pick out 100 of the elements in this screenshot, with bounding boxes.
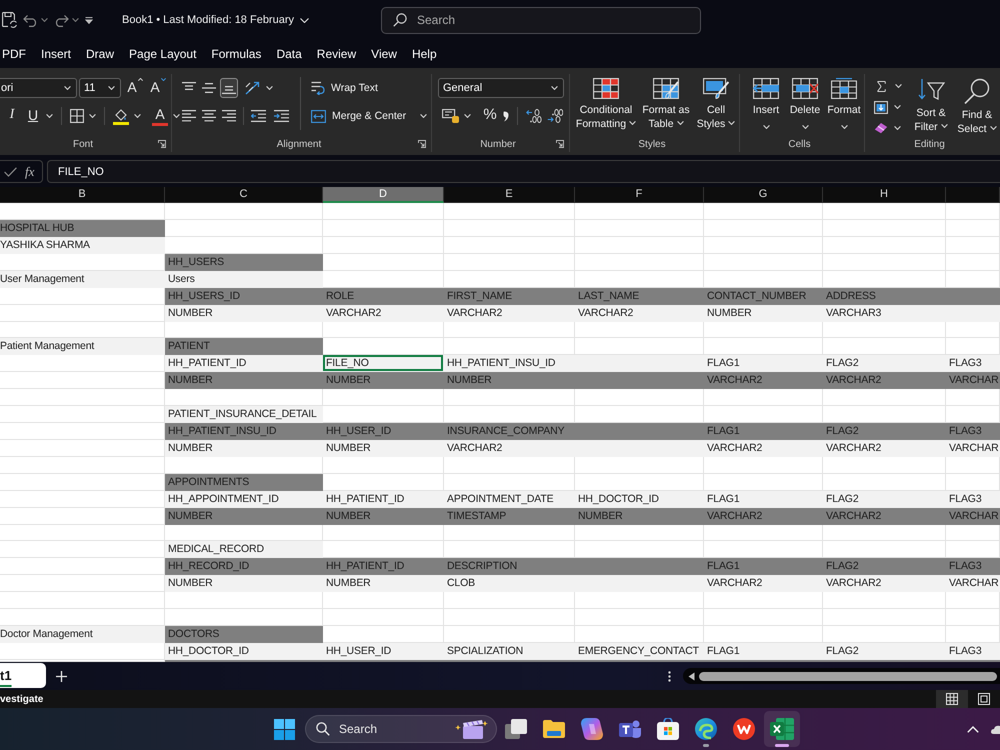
sheet-cell[interactable]: FLAG2 <box>823 558 946 576</box>
sheet-cell[interactable]: NUMBER <box>575 508 704 525</box>
sheet-cell[interactable]: NUMBER <box>444 372 575 390</box>
sheet-cell[interactable]: DESCRIPTION <box>444 558 575 576</box>
decrease-decimal-icon[interactable] <box>547 109 563 123</box>
sheet-cell[interactable] <box>946 288 1000 305</box>
sheet-cell[interactable]: HH_DOCTOR_ID <box>165 642 323 660</box>
sort-button[interactable]: Sort & Filter <box>909 77 953 136</box>
horizontal-scrollbar[interactable] <box>683 668 1000 684</box>
redo-icon[interactable] <box>54 14 69 26</box>
borders-icon[interactable] <box>70 109 84 123</box>
chevron-up-icon[interactable] <box>967 726 979 732</box>
sheet-cell[interactable]: NUMBER <box>323 372 444 390</box>
sheet-cell[interactable]: YASHIKA SHARMA <box>0 236 165 254</box>
sheet-cell[interactable]: HH_PATIENT_ID <box>323 558 444 576</box>
cloud-icon[interactable] <box>991 724 1000 734</box>
sheet-cell[interactable]: INSURANCE_COMPANY <box>444 423 575 440</box>
sheet-cell[interactable]: VARCHAR2 <box>444 440 575 458</box>
undo-icon[interactable] <box>23 14 38 26</box>
sheet-cell[interactable]: FLAG1 <box>704 642 823 660</box>
font-size-field[interactable]: 11 <box>79 78 121 98</box>
menu-tab[interactable]: Review <box>316 40 356 68</box>
sheet-cell[interactable]: HH_USER_ID <box>323 642 444 660</box>
sheet-cell[interactable]: VARCHAR2 <box>575 304 704 322</box>
sheet-cell[interactable] <box>704 660 823 662</box>
column-header[interactable]: G <box>704 187 823 203</box>
sheet-cell[interactable] <box>323 660 444 662</box>
grow-font-button[interactable]: A <box>127 78 143 98</box>
sheet-cell[interactable]: VARCHAR2 <box>323 304 444 322</box>
sheet-cell[interactable]: PATIENT <box>165 338 323 356</box>
sheet-cell[interactable]: NUMBER <box>323 575 444 592</box>
dialog-launcher-icon[interactable] <box>556 140 564 148</box>
sheet-cell[interactable] <box>946 660 1000 662</box>
font-color-button[interactable]: A <box>152 106 168 126</box>
decrease-indent-icon[interactable] <box>250 110 266 122</box>
sheet-cell[interactable]: NUMBER <box>165 440 323 458</box>
sheet-cell[interactable]: CONTACT_NUMBER <box>704 288 823 305</box>
sheet-cell[interactable]: FLAG2 <box>823 355 946 372</box>
column-header[interactable]: B <box>0 187 165 203</box>
sheet-cell[interactable]: PATIENT_INSURANCE_DETAIL <box>165 406 323 424</box>
column-header[interactable]: H <box>823 187 946 203</box>
column-header[interactable]: C <box>165 187 323 203</box>
sheet-cell[interactable]: FLAG2 <box>823 642 946 660</box>
menu-tab[interactable]: Draw <box>86 40 114 68</box>
sheet-cell[interactable]: VARCHAR2 <box>444 304 575 322</box>
sheet-cell[interactable]: HH_USER_ID <box>323 423 444 440</box>
sheet-cell[interactable]: VARCHAR2 <box>823 508 946 525</box>
column-header[interactable]: F <box>575 187 704 203</box>
sheet-cell[interactable] <box>444 660 575 662</box>
dialog-launcher-icon[interactable] <box>158 140 166 148</box>
sheet-cell[interactable] <box>165 660 323 662</box>
plus-icon[interactable] <box>56 670 67 682</box>
sheet-cell[interactable]: NUMBER <box>165 508 323 525</box>
sheet-cell[interactable]: HH_RECORD_ID <box>165 558 323 576</box>
sheet-cell[interactable]: HH_PATIENT_ID <box>323 490 444 508</box>
save-icon[interactable] <box>2 12 17 28</box>
column-header[interactable]: D <box>323 187 444 203</box>
caret-icon[interactable] <box>72 18 79 22</box>
sheet-cell[interactable]: VARCHAR <box>946 575 1000 592</box>
sheet-cell[interactable]: APPOINTMENT_DATE <box>444 490 575 508</box>
menu-tab[interactable]: PDF <box>2 40 26 68</box>
percent-button[interactable]: % <box>482 106 498 126</box>
sheet-cell[interactable]: VARCHAR3 <box>823 304 946 322</box>
sheet-cell[interactable]: HH_USERS <box>165 254 323 271</box>
sheet-cell[interactable]: VARCHAR2 <box>823 440 946 458</box>
dialog-launcher-icon[interactable] <box>418 140 426 148</box>
sheet-cell[interactable]: VARCHAR2 <box>704 440 823 458</box>
wrap-text-button[interactable]: Wrap Text <box>311 78 378 98</box>
sheet-cell[interactable]: FLAG1 <box>704 558 823 576</box>
table-styles-button[interactable]: Format as Table <box>640 77 692 136</box>
sheet-cell[interactable]: FLAG1 <box>704 355 823 372</box>
sheet-cell[interactable]: APPOINTMENTS <box>165 474 323 491</box>
sheet-cell[interactable]: VARCHAR2 <box>704 508 823 525</box>
increase-indent-icon[interactable] <box>274 110 288 122</box>
sheet-cell[interactable]: ROLE <box>323 288 444 305</box>
sheet-cell[interactable]: FIRST_NAME <box>444 288 575 305</box>
sheet-cell[interactable]: NUMBER <box>704 304 823 322</box>
sheet-cell[interactable]: HH_USERS_ID <box>165 288 323 305</box>
sheet-cell[interactable]: VARCHAR2 <box>823 372 946 390</box>
align-center-icon[interactable] <box>202 110 216 122</box>
cell-styles-button[interactable]: Cell Styles <box>694 77 738 136</box>
conditional-styles-button[interactable]: Conditional Formatting <box>574 77 638 136</box>
merge-center-button[interactable]: Merge & Center <box>311 106 406 126</box>
insert-button[interactable]: Insert <box>748 77 784 136</box>
menu-tab[interactable]: Page Layout <box>129 40 196 68</box>
sheet-cell[interactable]: HH_APPOINTMENT_ID <box>165 490 323 508</box>
caret-icon[interactable] <box>41 18 48 22</box>
menu-tab[interactable]: Help <box>412 40 437 68</box>
caret-up-icon[interactable] <box>138 78 143 81</box>
scroll-left-icon[interactable] <box>688 672 695 680</box>
sheet-cell[interactable]: VARCHAR2 <box>704 575 823 592</box>
sheet-cell[interactable]: NUMBER <box>165 575 323 592</box>
sheet-cell[interactable]: NUMBER <box>323 440 444 458</box>
check-icon[interactable] <box>4 166 17 176</box>
sheet-cell[interactable]: HH_PATIENT_ID <box>165 355 323 372</box>
sheet-cell[interactable]: HH_DOCTOR_ID <box>575 490 704 508</box>
sheet-cell[interactable]: FLAG3 <box>946 558 1000 576</box>
accounting-icon[interactable] <box>442 109 459 123</box>
sheet-cell[interactable]: SPCIALIZATION <box>444 642 575 660</box>
fill-bucket-icon[interactable] <box>113 108 129 124</box>
